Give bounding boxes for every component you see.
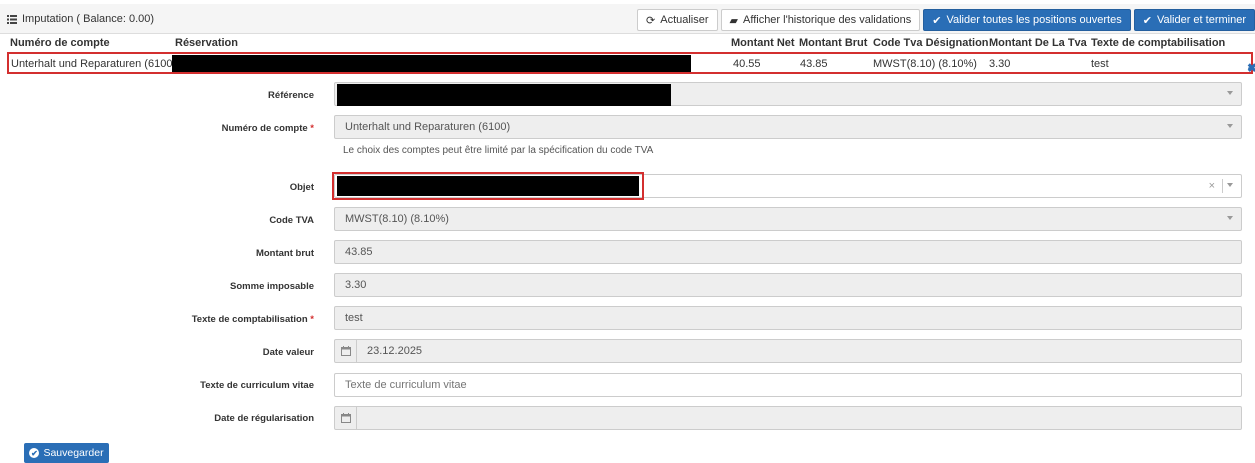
col-account: Numéro de compte: [10, 37, 110, 49]
taxable-field[interactable]: 3.30: [334, 273, 1242, 297]
history-button[interactable]: ▰ Afficher l'historique des validations: [720, 9, 921, 31]
gross-field[interactable]: 43.85: [334, 240, 1242, 264]
vat-value: MWST(8.10) (8.10%): [345, 213, 449, 225]
highlight-box: [332, 172, 644, 200]
panel-title-text: Imputation ( Balance: 0.00): [22, 13, 155, 25]
row-vat-code: MWST(8.10) (8.10%): [873, 58, 977, 70]
save-label: Sauvegarder: [43, 447, 104, 459]
value-date-label: Date valeur: [262, 347, 314, 358]
panel-title: Imputation ( Balance: 0.00): [7, 13, 154, 25]
value-date-value: 23.12.2025: [367, 345, 423, 357]
chevron-down-icon: [1227, 91, 1233, 95]
col-net: Montant Net: [731, 37, 795, 49]
calendar-icon[interactable]: [335, 407, 357, 429]
validate-finish-button[interactable]: ✔ Valider et terminer: [1133, 9, 1255, 31]
toolbar: ⟳ Actualiser ▰ Afficher l'historique des…: [634, 9, 1255, 31]
col-gross: Montant Brut: [799, 37, 868, 49]
validate-finish-label: Valider et terminer: [1156, 14, 1246, 26]
chevron-down-icon: [1227, 216, 1233, 220]
value-date-field[interactable]: 23.12.2025: [334, 339, 1242, 363]
row-vat-amount: 3.30: [989, 58, 1011, 70]
chevron-down-icon: [1227, 124, 1233, 128]
redacted-reference: [337, 84, 671, 106]
row-net: 40.55: [733, 58, 761, 70]
object-label: Objet: [289, 182, 314, 193]
account-value: Unterhalt und Reparaturen (6100): [345, 121, 511, 133]
taxable-label: Somme imposable: [230, 281, 314, 292]
regularisation-label: Date de régularisation: [214, 413, 314, 424]
chevron-down-icon: [1227, 183, 1233, 187]
posting-text-label: Texte de comptabilisation *: [191, 314, 314, 325]
reference-select[interactable]: [334, 82, 1242, 106]
grid-header: Numéro de compte Réservation Montant Net…: [0, 35, 1255, 52]
vat-label: Code TVA: [269, 215, 314, 226]
refresh-label: Actualiser: [660, 14, 709, 26]
table-row[interactable]: Unterhalt und Reparaturen (6100) 40.55 4…: [7, 52, 1255, 75]
calendar-icon[interactable]: [335, 340, 357, 362]
validate-all-button[interactable]: ✔ Valider toutes les positions ouvertes: [923, 9, 1131, 31]
regularisation-date-field[interactable]: [334, 406, 1242, 430]
check-icon: ✔: [932, 14, 942, 27]
history-label: Afficher l'historique des validations: [743, 14, 912, 26]
posting-text-value: test: [345, 312, 363, 324]
col-reservation: Réservation: [175, 37, 238, 49]
refresh-icon: ⟳: [646, 14, 656, 27]
cv-text-label: Texte de curriculum vitae: [200, 380, 314, 391]
list-icon: [7, 14, 17, 24]
account-label: Numéro de compte *: [221, 123, 314, 134]
clear-icon[interactable]: ×: [1209, 180, 1215, 192]
book-icon: ▰: [729, 14, 738, 27]
account-help-text: Le choix des comptes peut être limité pa…: [343, 145, 654, 156]
redacted-object: [337, 176, 639, 196]
col-vat-amount: Montant De La Tva: [989, 37, 1087, 49]
check-circle-icon: ✔: [29, 448, 40, 458]
panel-header: Imputation ( Balance: 0.00) ⟳ Actualiser…: [0, 4, 1255, 34]
posting-text-field[interactable]: test: [334, 306, 1242, 330]
save-button[interactable]: ✔ Sauvegarder: [24, 443, 109, 463]
redacted-reservation: [172, 55, 691, 72]
row-gross: 43.85: [800, 58, 828, 70]
gross-value: 43.85: [345, 246, 373, 258]
object-select[interactable]: ×: [332, 172, 1242, 200]
check-icon: ✔: [1142, 14, 1152, 27]
close-icon[interactable]: ✖: [1247, 61, 1255, 75]
taxable-value: 3.30: [345, 279, 367, 291]
divider: [1222, 179, 1223, 193]
col-text: Texte de comptabilisation: [1091, 37, 1226, 49]
refresh-button[interactable]: ⟳ Actualiser: [637, 9, 718, 31]
row-text: test: [1091, 58, 1109, 70]
account-select[interactable]: Unterhalt und Reparaturen (6100): [334, 115, 1242, 139]
cv-text-input[interactable]: [334, 373, 1242, 397]
col-vat-code: Code Tva Désignation: [873, 37, 989, 49]
vat-select[interactable]: MWST(8.10) (8.10%): [334, 207, 1242, 231]
reference-label: Référence: [268, 90, 314, 101]
validate-all-label: Valider toutes les positions ouvertes: [946, 14, 1122, 26]
row-account: Unterhalt und Reparaturen (6100): [11, 58, 177, 70]
gross-label: Montant brut: [255, 248, 314, 259]
